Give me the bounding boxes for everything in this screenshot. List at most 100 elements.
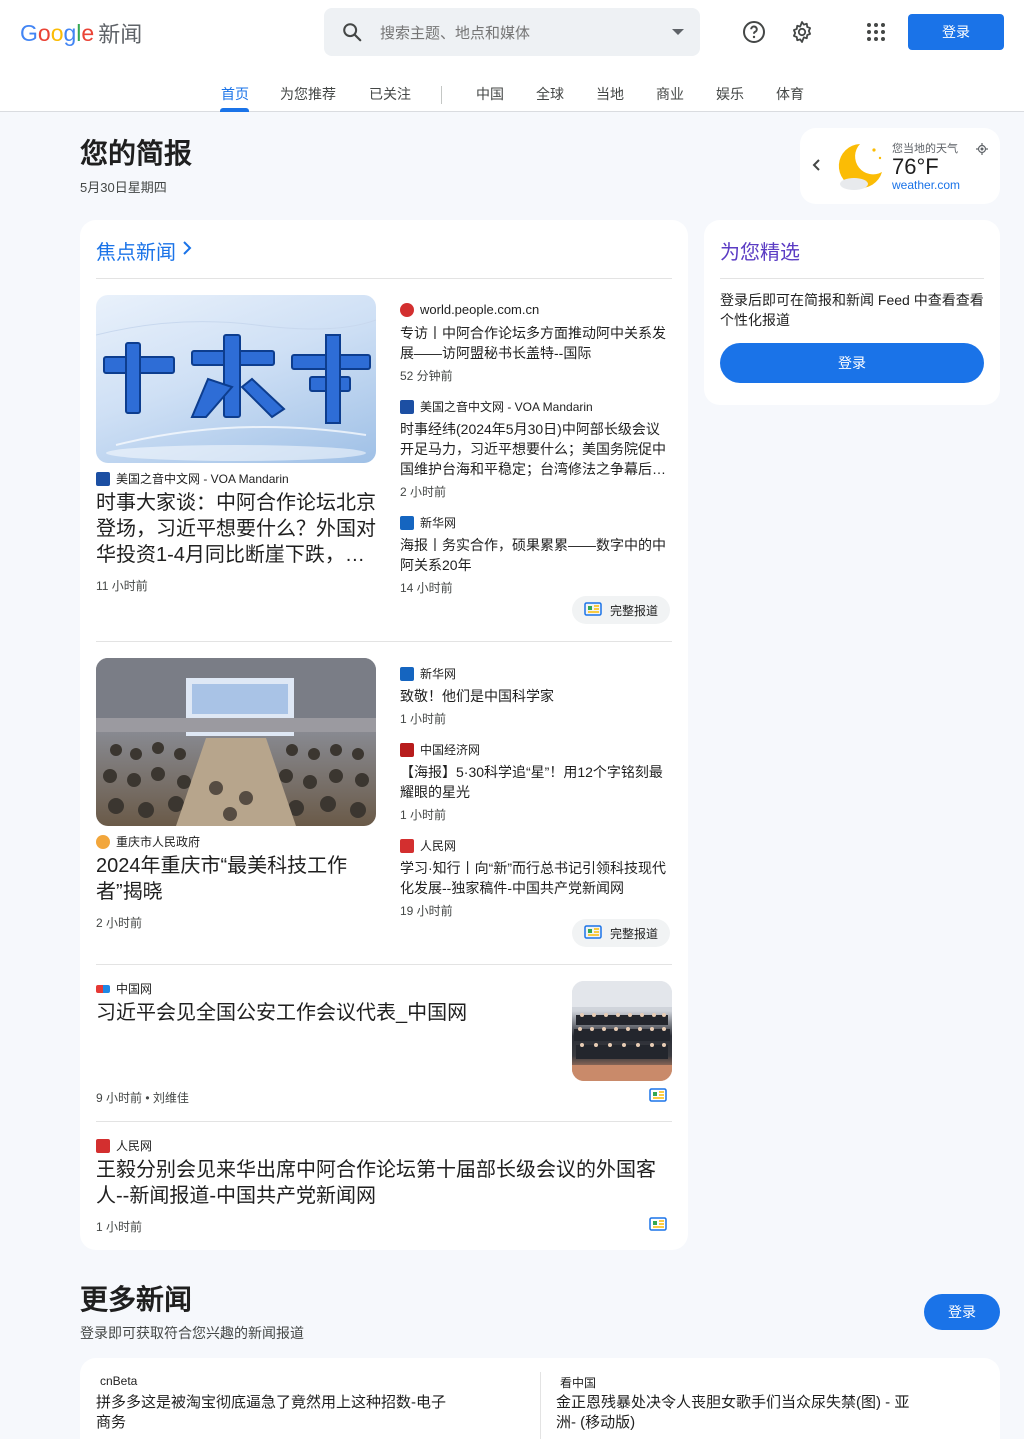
moon-icon — [834, 140, 888, 197]
weather-widget[interactable]: 您当地的天气 76°F weather.com — [800, 128, 1000, 204]
story-headline[interactable]: 时事经纬(2024年5月30日)中阿部长级会议开足马力，习近平想要什么；美国务院… — [400, 419, 672, 479]
story-meta: 9 小时前 • 刘维佳 — [96, 1091, 189, 1105]
source-name: 人民网 — [420, 839, 457, 853]
tab-divider — [441, 86, 442, 104]
search-icon[interactable] — [324, 21, 380, 43]
help-icon[interactable] — [742, 20, 766, 44]
people-favicon-icon — [400, 838, 414, 853]
story-time: 19 小时前 — [400, 904, 453, 918]
story-time: 11 小时前 — [96, 579, 148, 593]
search-input[interactable]: 搜索主题、地点和媒体 — [380, 22, 656, 43]
story-headline[interactable]: 时事大家谈：中阿合作论坛北京登场，习近平想要什么？外国对华投资1-4月同比断崖下… — [96, 490, 380, 568]
logo-letter: o — [50, 19, 64, 46]
logo-letter: e — [81, 19, 95, 46]
story-headline[interactable]: 专访丨中阿合作论坛多方面推动阿中关系发展——访阿盟秘书长盖特--国际 — [400, 323, 672, 363]
gear-icon[interactable] — [790, 20, 814, 44]
weather-source-link[interactable]: weather.com — [892, 178, 960, 192]
logo-suffix: 新闻 — [98, 22, 143, 47]
full-coverage-label: 完整报道 — [610, 926, 659, 941]
story-source[interactable]: 中国网 — [96, 980, 152, 997]
full-coverage-icon — [584, 924, 602, 942]
tab-sports[interactable]: 体育 — [776, 84, 804, 104]
xinhua-favicon-icon — [400, 666, 414, 681]
story-headline[interactable]: 海报丨务实合作，硕果累累——数字中的中阿关系20年 — [400, 535, 672, 575]
tab-business[interactable]: 商业 — [656, 84, 684, 104]
story-time: 1 小时前 — [400, 808, 447, 822]
tab-home[interactable]: 首页 — [221, 84, 249, 104]
source-name: 新华网 — [420, 516, 457, 530]
tab-following[interactable]: 已关注 — [369, 84, 411, 104]
story-source[interactable]: 新华网 — [400, 665, 456, 682]
story-thumbnail[interactable] — [572, 981, 672, 1081]
story-time: 2 小时前 — [96, 916, 143, 930]
xinhua-favicon-icon — [400, 515, 414, 530]
source-name: 新华网 — [420, 667, 457, 681]
story-time: 1 小时前 — [400, 712, 447, 726]
picks-sign-in-button[interactable]: 登录 — [720, 343, 984, 383]
apps-icon[interactable] — [864, 20, 888, 44]
story-time: 9 小时前 — [96, 1091, 143, 1105]
picks-for-you-card: 为您精选 登录后即可在简报和新闻 Feed 中查看查看个性化报道 登录 — [704, 220, 1000, 405]
story-source[interactable]: 美国之音中文网 - VOA Mandarin — [96, 470, 289, 487]
more-news-card: cnBeta 拼多多这是被淘宝彻底逼急了竟然用上这种招数-电子商务 看中国 金正… — [80, 1358, 1000, 1439]
story-source[interactable]: 人民网 — [400, 837, 456, 854]
story-headline[interactable]: 王毅分别会见来华出席中阿合作论坛第十届部长级会议的外国客人--新闻报道-中国共产… — [96, 1157, 672, 1209]
nav-tabs: 首页 为您推荐 已关注 中国 全球 当地 商业 娱乐 体育 — [0, 76, 1024, 112]
top-stories-link[interactable]: 焦点新闻 — [96, 236, 192, 265]
story-source[interactable]: 美国之音中文网 - VOA Mandarin — [400, 398, 593, 415]
story-headline[interactable]: 习近平会见全国公安工作会议代表_中国网 — [96, 1000, 536, 1026]
tab-china[interactable]: 中国 — [476, 84, 504, 104]
story-headline[interactable]: 拼多多这是被淘宝彻底逼急了竟然用上这种招数-电子商务 — [96, 1393, 456, 1433]
people-favicon-icon — [96, 1138, 110, 1153]
chevron-down-icon[interactable] — [656, 28, 700, 36]
chevron-left-icon[interactable] — [812, 158, 822, 177]
story-source[interactable]: 重庆市人民政府 — [96, 833, 200, 850]
weather-temperature: 76°F — [892, 154, 939, 179]
more-news-sign-in-button[interactable]: 登录 — [924, 1294, 1000, 1330]
story-time: 14 小时前 — [400, 581, 453, 595]
tab-entertainment[interactable]: 娱乐 — [716, 84, 744, 104]
story-source[interactable]: 新华网 — [400, 514, 456, 531]
full-coverage-button[interactable]: 完整报道 — [572, 919, 671, 947]
story-thumbnail[interactable] — [96, 295, 376, 463]
tab-for-you[interactable]: 为您推荐 — [280, 84, 336, 104]
source-name: 看中国 — [560, 1376, 597, 1390]
cq-gov-favicon-icon — [96, 834, 110, 849]
story-headline[interactable]: 【海报】5·30科学追“星”！用12个字铭刻最耀眼的星光 — [400, 762, 672, 802]
full-coverage-button[interactable]: 完整报道 — [572, 596, 671, 624]
location-icon[interactable] — [976, 142, 988, 160]
divider — [96, 278, 672, 279]
full-coverage-icon[interactable] — [649, 1217, 669, 1233]
story-source[interactable]: world.people.com.cn — [400, 302, 539, 317]
sign-in-button[interactable]: 登录 — [908, 14, 1004, 50]
full-coverage-icon[interactable] — [649, 1088, 669, 1104]
tab-world[interactable]: 全球 — [536, 84, 564, 104]
story-headline[interactable]: 学习·知行丨向“新”而行总书记引领科技现代化发展--独家稿件-中国共产党新闻网 — [400, 858, 672, 898]
story-thumbnail[interactable] — [96, 658, 376, 826]
tab-local[interactable]: 当地 — [596, 84, 624, 104]
source-name: 重庆市人民政府 — [116, 835, 201, 849]
divider — [96, 641, 672, 642]
story-source[interactable]: 中国经济网 — [400, 741, 480, 758]
chevron-right-icon — [182, 239, 192, 262]
story-source[interactable]: 看中国 — [560, 1374, 596, 1391]
ce-favicon-icon — [400, 742, 414, 757]
picks-title: 为您精选 — [720, 242, 800, 264]
story-source[interactable]: cnBeta — [100, 1374, 137, 1388]
story-time: 1 小时前 — [96, 1220, 143, 1234]
story-headline[interactable]: 金正恩残暴处决令人丧胆女歌手们当众尿失禁(图) - 亚洲- (移动版) — [556, 1393, 916, 1433]
story-headline[interactable]: 2024年重庆市“最美科技工作者”揭晓 — [96, 853, 380, 905]
story-headline[interactable]: 致敬！他们是中国科学家 — [400, 686, 672, 706]
section-heading: 焦点新闻 — [96, 242, 176, 264]
full-coverage-label: 完整报道 — [610, 603, 659, 618]
story-source[interactable]: 人民网 — [96, 1137, 152, 1154]
story-time: 2 小时前 — [400, 485, 447, 499]
top-stories-card: 焦点新闻 美国之音中文网 - VOA Mandarin 时事大家谈：中阿合作论坛… — [80, 220, 688, 1250]
china-com-favicon-icon — [96, 984, 110, 993]
story-author: 刘维佳 — [152, 1091, 189, 1105]
active-tab-indicator — [220, 108, 249, 112]
logo-letter: g — [63, 19, 77, 46]
top-app-bar: Google 新闻 搜索主题、地点和媒体 登录 首页 为您推荐 已关注 中国 全… — [0, 0, 1024, 112]
search-box[interactable]: 搜索主题、地点和媒体 — [324, 8, 700, 56]
google-news-logo[interactable]: Google 新闻 — [20, 18, 142, 48]
